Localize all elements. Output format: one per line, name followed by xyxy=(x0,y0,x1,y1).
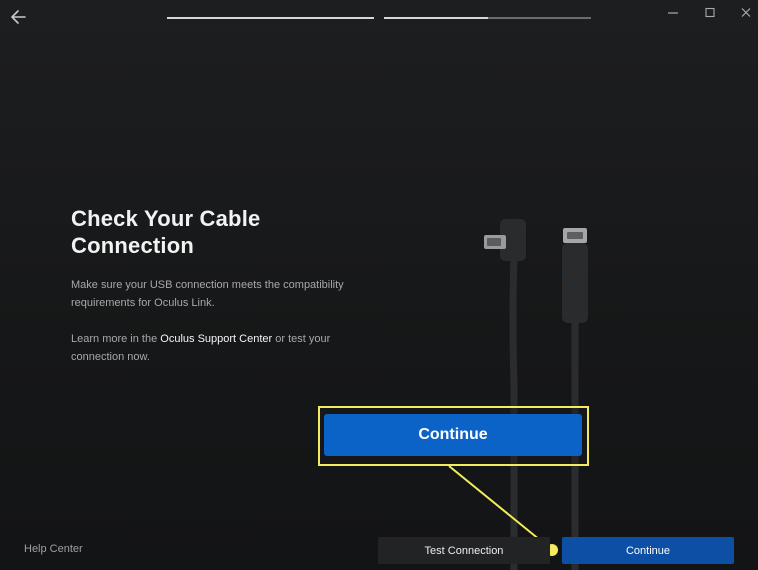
progress-step-2 xyxy=(384,17,591,19)
test-connection-button[interactable]: Test Connection xyxy=(378,537,550,564)
usb-c-cable-illustration xyxy=(484,219,588,570)
progress-step-2-fill xyxy=(384,17,488,19)
continue-button-enlarged[interactable]: Continue xyxy=(324,414,582,456)
maximize-icon[interactable] xyxy=(701,5,719,21)
minimize-icon[interactable] xyxy=(664,5,682,21)
close-icon[interactable] xyxy=(737,5,755,21)
page-title: Check Your Cable Connection xyxy=(71,206,261,258)
description-text: Make sure your USB connection meets the … xyxy=(71,279,344,309)
support-text: Learn more in the Oculus Support Center … xyxy=(71,330,371,366)
oculus-support-center-link[interactable]: Oculus Support Center xyxy=(160,333,272,345)
help-center-link[interactable]: Help Center xyxy=(24,543,83,555)
back-arrow-icon[interactable] xyxy=(8,6,30,28)
support-text-before: Learn more in the xyxy=(71,333,161,345)
progress-step-1 xyxy=(167,17,374,19)
continue-button[interactable]: Continue xyxy=(562,537,734,564)
